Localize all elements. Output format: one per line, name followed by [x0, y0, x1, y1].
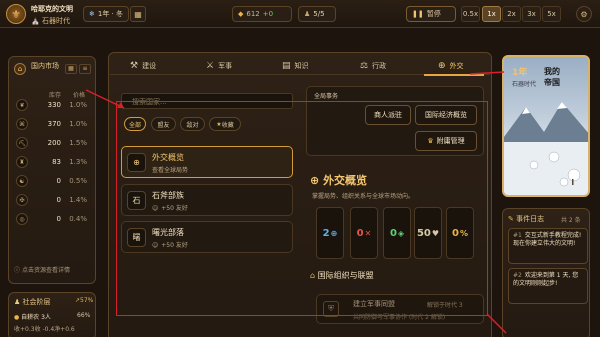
highlight-arrows	[85, 71, 507, 334]
